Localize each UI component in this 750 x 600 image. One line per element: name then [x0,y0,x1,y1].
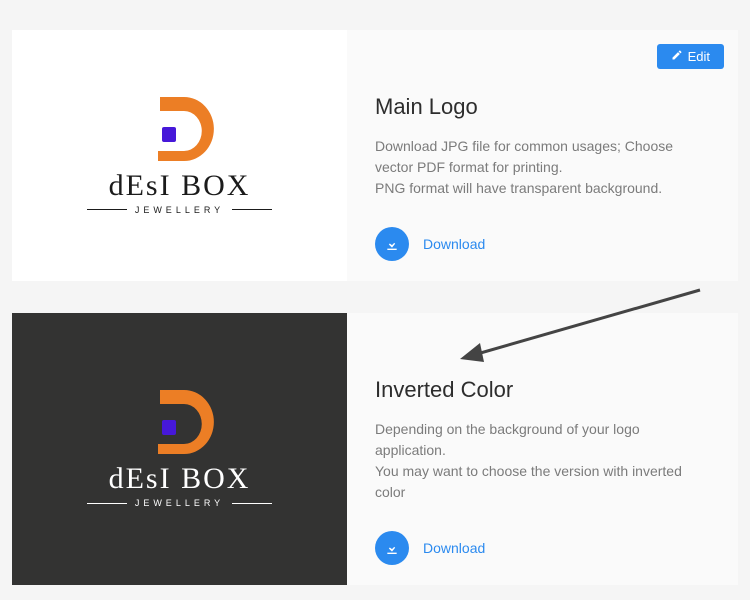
logo-preview-panel: dEsI BOX JEWELLERY [12,313,347,585]
edit-button-label: Edit [688,49,710,64]
logo-d-mark [144,97,216,163]
pencil-icon [671,49,683,64]
download-icon [375,227,409,261]
logo-d-mark [144,390,216,456]
card-title: Inverted Color [375,377,710,403]
logo-tagline-row: JEWELLERY [80,498,280,508]
tagline-line-left [87,503,127,504]
tagline-line-right [232,209,272,210]
desc-line-2: PNG format will have transparent backgro… [375,180,662,196]
card-title: Main Logo [375,94,710,120]
desc-line-1: Download JPG file for common usages; Cho… [375,138,673,175]
desc-line-1: Depending on the background of your logo… [375,421,640,458]
logo-graphic: dEsI BOX JEWELLERY [80,390,280,508]
download-icon [375,531,409,565]
desc-line-2: You may want to choose the version with … [375,463,682,500]
logo-graphic: dEsI BOX JEWELLERY [80,97,280,215]
logo-card-inverted: dEsI BOX JEWELLERY Inverted Color Depend… [12,313,738,585]
edit-button[interactable]: Edit [657,44,724,69]
logo-brand-name: dEsI BOX [80,462,280,496]
logo-tagline: JEWELLERY [135,498,224,508]
download-label: Download [423,236,485,252]
card-description: Download JPG file for common usages; Cho… [375,136,710,199]
logo-brand-name: dEsI BOX [80,169,280,203]
logo-card-main: dEsI BOX JEWELLERY Edit Main Logo Downlo… [12,30,738,281]
logo-preview-panel: dEsI BOX JEWELLERY [12,30,347,281]
logo-info-panel: Edit Main Logo Download JPG file for com… [347,30,738,281]
logo-info-panel: Inverted Color Depending on the backgrou… [347,313,738,585]
download-button[interactable]: Download [375,531,485,565]
logo-tagline: JEWELLERY [135,205,224,215]
download-button[interactable]: Download [375,227,485,261]
card-description: Depending on the background of your logo… [375,419,710,503]
tagline-line-right [232,503,272,504]
tagline-line-left [87,209,127,210]
logo-tagline-row: JEWELLERY [80,205,280,215]
download-label: Download [423,540,485,556]
